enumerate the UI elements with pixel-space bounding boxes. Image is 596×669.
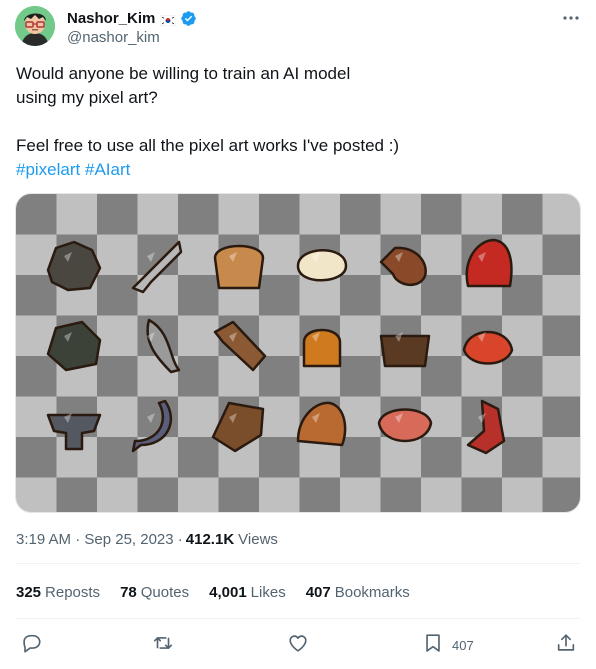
sprite-tangled-root: [46, 240, 102, 292]
repost-icon: [152, 632, 174, 659]
verified-badge-icon: [180, 10, 197, 27]
tweet-meta: 3:19 AM · Sep 25, 2023 · 412.1K Views: [16, 531, 278, 548]
divider: [16, 563, 580, 564]
tweet-text: Would anyone be willing to train an AI m…: [16, 62, 576, 182]
author-handle[interactable]: @nashor_kim: [67, 29, 160, 46]
hashtag-link[interactable]: #pixelart: [16, 160, 80, 179]
views-count: 412.1K: [185, 531, 235, 548]
avatar[interactable]: [15, 6, 55, 46]
likes-stat[interactable]: 4,001 Likes: [209, 584, 286, 601]
heart-icon: [287, 632, 309, 659]
pixel-art-sprite-sheet-image[interactable]: [15, 193, 581, 513]
reply-icon: [20, 632, 42, 659]
sprite-raw-steak: [377, 408, 433, 443]
action-bar: 407: [0, 628, 596, 662]
bookmark-button[interactable]: 407: [422, 632, 474, 658]
bookmark-count: 407: [452, 637, 474, 653]
sprite-fried-egg: [296, 249, 348, 282]
sprite-red-crab: [462, 330, 514, 365]
sprite-stew-pot: [379, 332, 431, 368]
bookmark-icon: [422, 632, 444, 659]
reply-button[interactable]: [20, 632, 42, 658]
engagement-stats: 325 Reposts 78 Quotes 4,001 Likes 407 Bookma…: [16, 584, 430, 601]
tweet: Nashor_Kim @nashor_kim Would anyone be w…: [0, 0, 596, 669]
tweet-text-line: Feel free to use all the pixel art works…: [16, 136, 400, 155]
share-icon: [555, 632, 577, 659]
like-button[interactable]: [287, 632, 309, 658]
hashtag-link[interactable]: #AIart: [85, 160, 130, 179]
timestamp[interactable]: 3:19 AM · Sep 25, 2023 ·: [16, 531, 183, 548]
tweet-text-line: using my pixel art?: [16, 88, 158, 107]
bookmarks-stat[interactable]: 407 Bookmarks: [306, 584, 410, 601]
repost-button[interactable]: [152, 632, 174, 658]
hashtag-line: #pixelart #AIart: [16, 158, 576, 182]
quotes-stat[interactable]: 78 Quotes: [120, 584, 189, 601]
author-name-row[interactable]: Nashor_Kim: [67, 8, 197, 28]
sprite-potion-flask: [302, 328, 342, 368]
tweet-text-line: Would anyone be willing to train an AI m…: [16, 64, 351, 83]
divider: [16, 618, 580, 619]
more-options-icon[interactable]: [561, 8, 581, 28]
sprite-bread-slice: [213, 244, 265, 290]
views-label: Views: [238, 531, 278, 548]
reposts-stat[interactable]: 325 Reposts: [16, 584, 100, 601]
share-button[interactable]: [555, 632, 577, 658]
south-korea-flag-icon: [160, 13, 177, 26]
display-name[interactable]: Nashor_Kim: [67, 10, 155, 27]
